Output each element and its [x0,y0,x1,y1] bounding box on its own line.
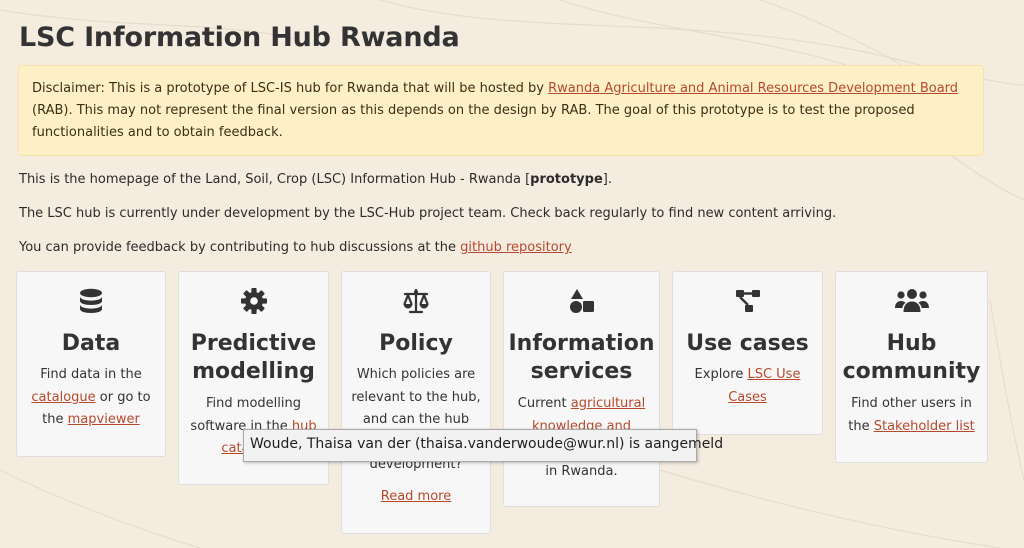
rab-link[interactable]: Rwanda Agriculture and Animal Resources … [548,81,958,96]
card-title: Policy [379,331,453,356]
card-title: Data [61,331,121,356]
shapes-icon [504,287,659,315]
intro-paragraph-1: This is the homepage of the Land, Soil, … [19,171,612,189]
scale-balance-icon [342,287,490,315]
card-text: Explore [694,367,748,382]
gear-icon [179,287,328,315]
card-description: Explore LSC Use Cases [681,364,814,409]
card-text: Current [517,396,571,411]
intro-paragraph-2: The LSC hub is currently under developme… [19,206,837,221]
card-text: Find data in the [40,367,142,382]
disclaimer-alert: Disclaimer: This is a prototype of LSC-I… [18,65,984,156]
users-icon [836,287,987,315]
card-information-services: Information services Current agricultura… [503,271,660,507]
github-repository-link[interactable]: github repository [460,240,572,255]
card-data: Data Find data in the catalogue or go to… [16,271,166,457]
card-text: in Rwanda. [545,463,618,479]
page-title: LSC Information Hub Rwanda [19,22,460,53]
database-icon [17,287,165,315]
card-title: Information services [508,331,655,384]
card-title: Predictive modelling [190,331,317,384]
stakeholder-list-link[interactable]: Stakeholder list [874,419,975,434]
card-text: Find modelling software in the [190,396,301,434]
feedback-text: You can provide feedback by contributing… [19,240,461,255]
page-content: LSC Information Hub Rwanda Disclaimer: T… [0,0,1024,548]
intro-text-end: ]. [602,172,612,187]
diagram-project-icon [673,287,822,315]
card-hub-community: Hub community Find other users in the St… [835,271,988,463]
intro-text: This is the homepage of the Land, Soil, … [19,172,531,187]
read-more-link[interactable]: Read more [381,489,451,504]
card-use-cases: Use cases Explore LSC Use Cases [672,271,823,435]
intro-paragraph-3: You can provide feedback by contributing… [19,239,572,257]
card-description: Find data in the catalogue or go to the … [25,364,157,432]
read-more-container: Read more [342,489,490,504]
disclaimer-text-start: Disclaimer: This is a prototype of LSC-I… [32,81,549,96]
card-policy: Policy Which policies are relevant to th… [341,271,491,534]
prototype-label: prototype [530,172,603,187]
card-description: Find other users in the Stakeholder list [844,393,979,438]
card-title: Hub community [842,331,981,384]
catalogue-link[interactable]: catalogue [31,390,95,405]
card-title: Use cases [686,331,809,356]
user-tooltip: Woude, Thaisa van der (thaisa.vanderwoud… [243,429,723,462]
mapviewer-link[interactable]: mapviewer [68,412,140,427]
disclaimer-text-end: (RAB). This may not represent the final … [32,103,915,140]
